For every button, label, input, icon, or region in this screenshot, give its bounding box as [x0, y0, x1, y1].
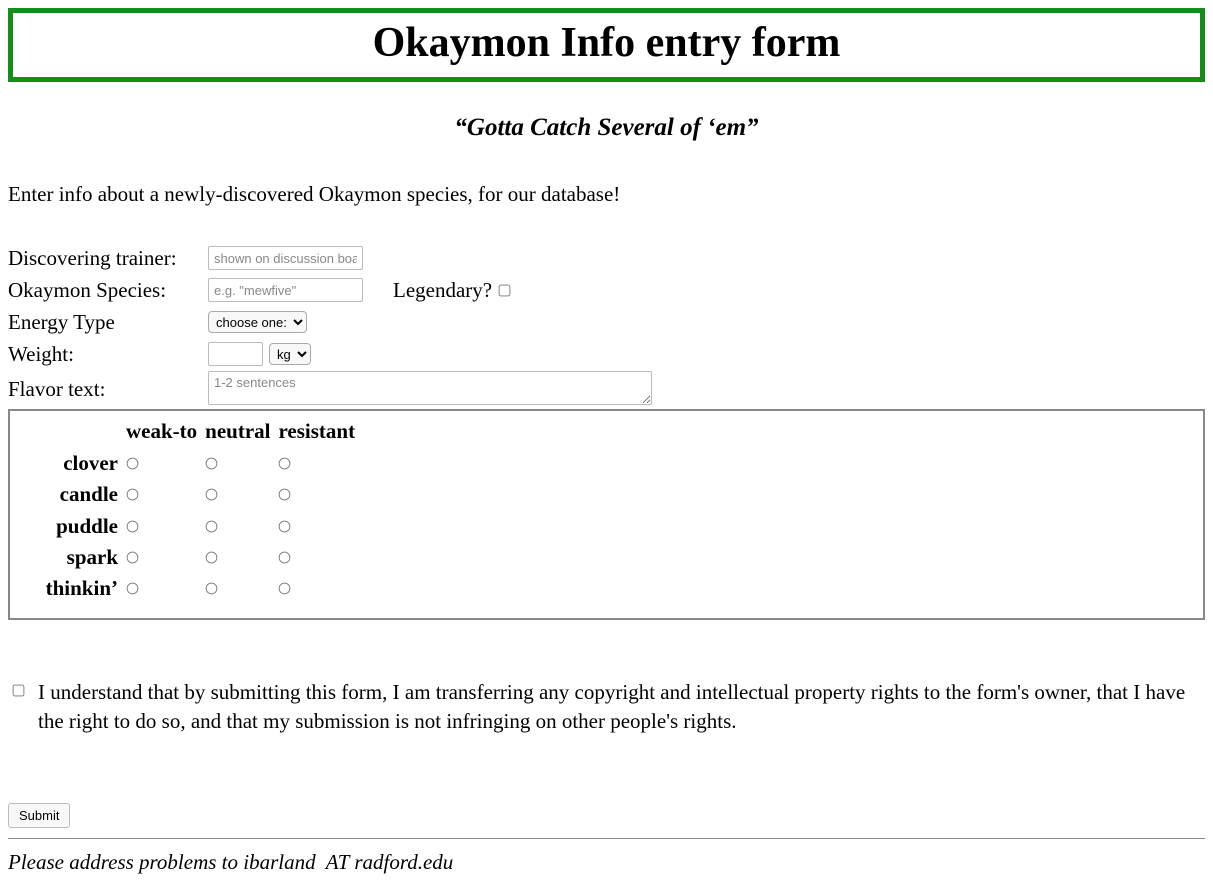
- trainer-input[interactable]: [208, 246, 363, 270]
- resistance-table: weak-to neutral resistant clovercandlepu…: [18, 419, 359, 604]
- resistance-radio[interactable]: [206, 583, 218, 595]
- weight-unit-select[interactable]: kg: [269, 343, 311, 365]
- resistance-box: weak-to neutral resistant clovercandlepu…: [8, 409, 1205, 620]
- flavor-label: Flavor text:: [8, 371, 208, 402]
- resistance-radio[interactable]: [279, 458, 291, 470]
- consent-text: I understand that by submitting this for…: [38, 678, 1205, 735]
- tagline: “Gotta Catch Several of ‘em”: [8, 114, 1205, 142]
- flavor-textarea[interactable]: [208, 371, 652, 405]
- energy-type-select[interactable]: choose one:: [208, 311, 307, 333]
- col-header-resistant: resistant: [274, 419, 359, 448]
- resistance-radio[interactable]: [206, 458, 218, 470]
- row-header: puddle: [18, 511, 122, 542]
- table-row: thinkin’: [18, 573, 359, 604]
- col-header-weak-to: weak-to: [122, 419, 201, 448]
- table-row: spark: [18, 542, 359, 573]
- resistance-radio[interactable]: [206, 552, 218, 564]
- table-row: candle: [18, 479, 359, 510]
- resistance-radio[interactable]: [279, 520, 291, 532]
- resistance-radio[interactable]: [279, 489, 291, 501]
- row-header: thinkin’: [18, 573, 122, 604]
- table-row: clover: [18, 448, 359, 479]
- species-label: Okaymon Species:: [8, 278, 208, 303]
- page-title: Okaymon Info entry form: [8, 8, 1205, 82]
- weight-label: Weight:: [8, 342, 208, 367]
- legendary-label: Legendary?: [393, 278, 492, 303]
- resistance-radio[interactable]: [206, 489, 218, 501]
- table-row: puddle: [18, 511, 359, 542]
- col-header-neutral: neutral: [201, 419, 274, 448]
- weight-input[interactable]: [208, 342, 263, 366]
- row-header: clover: [18, 448, 122, 479]
- energy-label: Energy Type: [8, 310, 208, 335]
- legendary-checkbox[interactable]: [499, 284, 511, 296]
- resistance-radio[interactable]: [127, 552, 139, 564]
- species-input[interactable]: [208, 278, 363, 302]
- resistance-radio[interactable]: [206, 520, 218, 532]
- trainer-label: Discovering trainer:: [8, 246, 208, 271]
- resistance-radio[interactable]: [127, 520, 139, 532]
- resistance-radio[interactable]: [279, 552, 291, 564]
- resistance-radio[interactable]: [127, 489, 139, 501]
- resistance-radio[interactable]: [127, 458, 139, 470]
- consent-checkbox[interactable]: [13, 685, 25, 697]
- row-header: candle: [18, 479, 122, 510]
- intro-text: Enter info about a newly-discovered Okay…: [8, 182, 1205, 207]
- submit-button[interactable]: Submit: [8, 803, 70, 828]
- resistance-radio[interactable]: [127, 583, 139, 595]
- resistance-radio[interactable]: [279, 583, 291, 595]
- divider: [8, 838, 1205, 839]
- row-header: spark: [18, 542, 122, 573]
